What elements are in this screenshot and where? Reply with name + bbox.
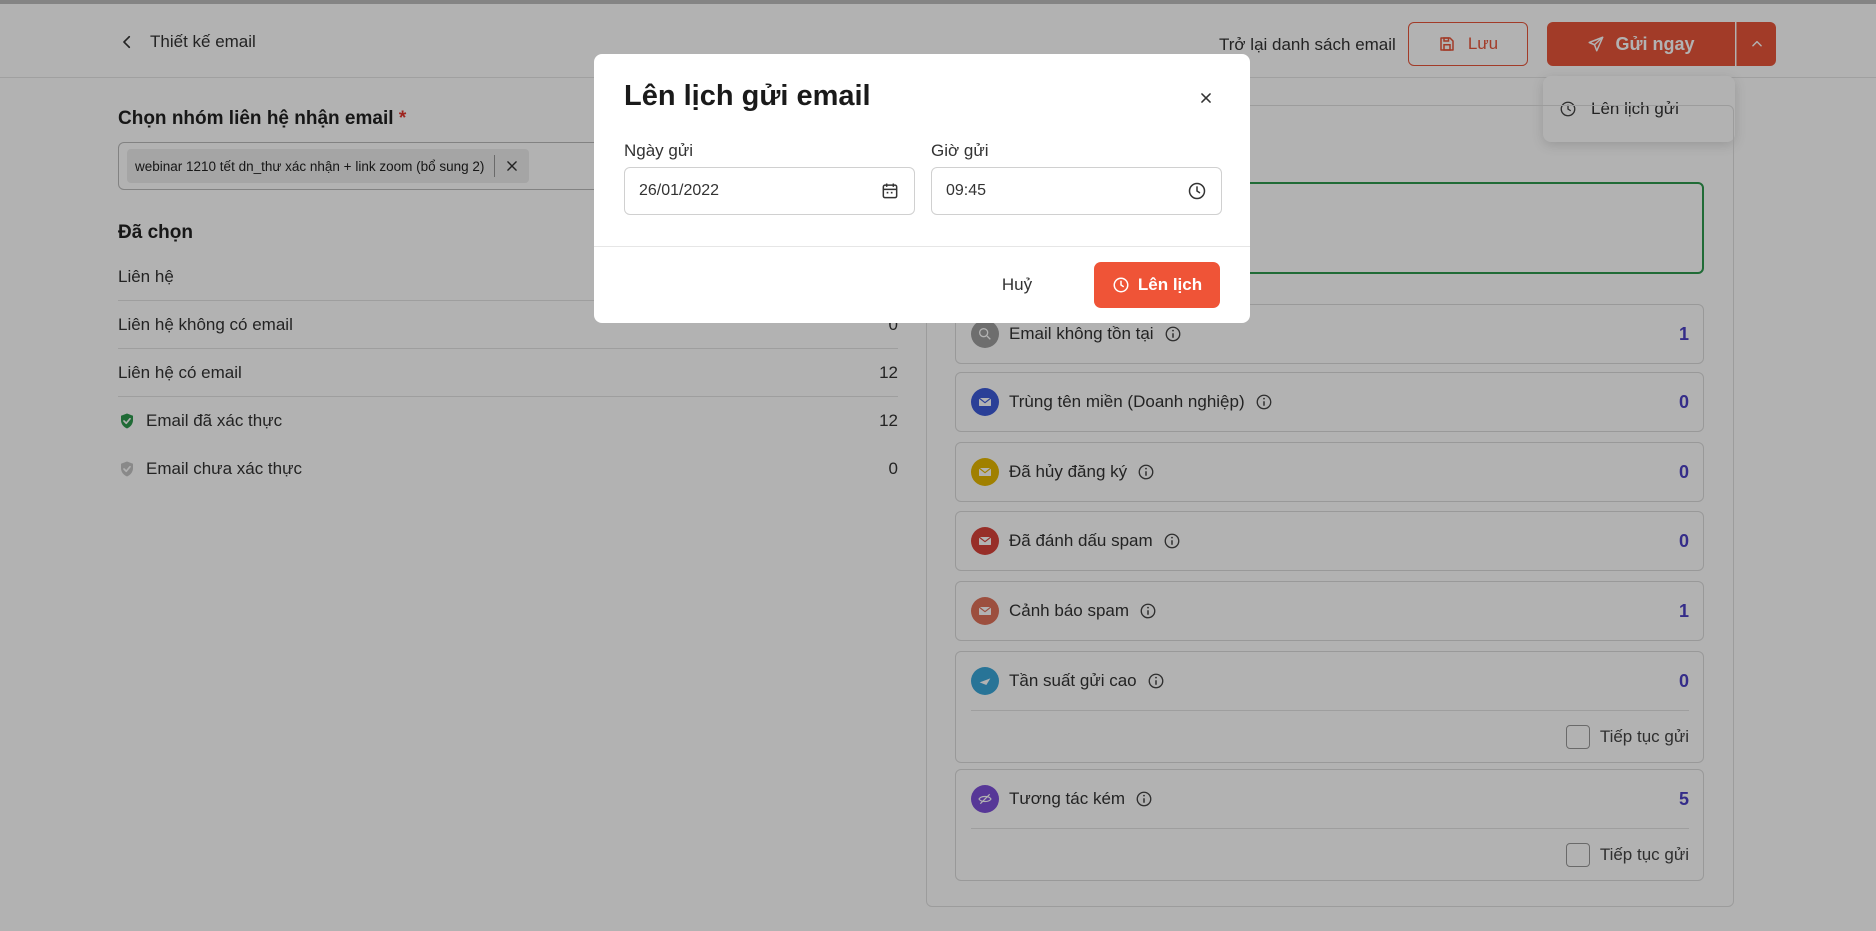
clock-icon: [1113, 277, 1129, 293]
date-label: Ngày gửi: [624, 141, 694, 160]
date-value: 26/01/2022: [639, 182, 720, 199]
schedule-button[interactable]: Lên lịch: [1094, 262, 1220, 308]
calendar-icon[interactable]: [880, 181, 900, 201]
close-icon: [1201, 93, 1211, 103]
schedule-email-dialog: Lên lịch gửi email Ngày gửi 26/01/2022 G…: [594, 54, 1250, 323]
date-input[interactable]: 26/01/2022: [624, 167, 915, 215]
time-input[interactable]: 09:45: [931, 167, 1222, 215]
time-value: 09:45: [946, 182, 987, 199]
dialog-divider: [594, 246, 1250, 247]
time-label: Giờ gửi: [931, 141, 989, 160]
close-button[interactable]: [1194, 86, 1218, 110]
schedule-button-label: Lên lịch: [1137, 275, 1203, 294]
clock-icon[interactable]: [1187, 181, 1207, 201]
dialog-title: Lên lịch gửi email: [624, 80, 871, 112]
cancel-button[interactable]: Huỷ: [972, 262, 1062, 308]
